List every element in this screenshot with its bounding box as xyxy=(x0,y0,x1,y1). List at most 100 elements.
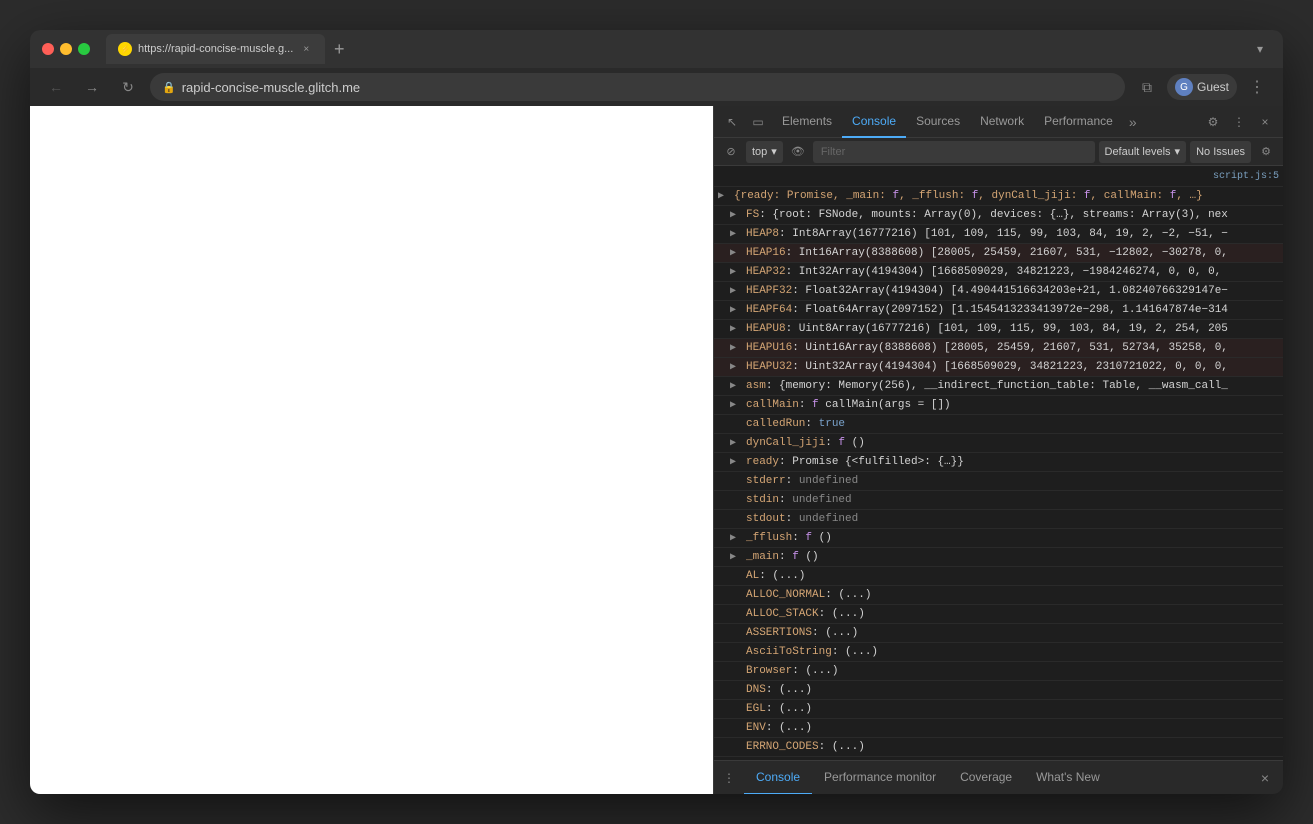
main-content: ↖ ▭ Elements Console Sources Network xyxy=(30,106,1283,794)
devtools-close-button[interactable]: × xyxy=(1253,110,1277,134)
tab-chevron-icon[interactable]: ▾ xyxy=(1249,38,1271,60)
filter-input[interactable] xyxy=(813,141,1095,163)
console-line-content: Browser: (...) xyxy=(746,663,1279,679)
screen-mode-button[interactable]: ⧉ xyxy=(1133,73,1161,101)
expand-arrow-icon[interactable]: ▶ xyxy=(730,379,736,395)
expand-arrow-icon[interactable]: ▶ xyxy=(730,246,736,262)
devtools-settings-button[interactable]: ⚙ xyxy=(1201,110,1225,134)
drawer-tab-performance-monitor[interactable]: Performance monitor xyxy=(812,761,948,795)
console-line: ▶ callMain: f callMain(args = []) xyxy=(714,396,1283,415)
expand-arrow-icon[interactable]: ▶ xyxy=(730,436,736,452)
console-line-content: HEAPF64: Float64Array(2097152) [1.154541… xyxy=(746,302,1279,318)
expand-arrow-icon[interactable]: ▶ xyxy=(730,531,736,547)
expand-arrow-icon[interactable]: ▶ xyxy=(730,341,736,357)
console-line-content: {ready: Promise, _main: f, _fflush: f, d… xyxy=(734,188,1279,204)
expand-arrow-icon[interactable]: ▶ xyxy=(730,455,736,471)
minimize-button[interactable] xyxy=(60,43,72,55)
profile-button[interactable]: G Guest xyxy=(1167,74,1237,100)
tab-close-button[interactable]: × xyxy=(299,42,313,56)
expand-arrow-icon[interactable]: ▶ xyxy=(730,208,736,224)
forward-button[interactable]: → xyxy=(78,73,106,101)
browser-tab[interactable]: ⚡ https://rapid-concise-muscle.g... × xyxy=(106,34,325,64)
address-text: rapid-concise-muscle.glitch.me xyxy=(182,80,1113,95)
devtools-menu-button[interactable]: ⋮ xyxy=(1227,110,1251,134)
devtools-right-icons: ⚙ ⋮ × xyxy=(1201,110,1277,134)
close-button[interactable] xyxy=(42,43,54,55)
console-line-content: ALLOC_STACK: (...) xyxy=(746,606,1279,622)
console-line: AsciiToString: (...) xyxy=(714,643,1283,662)
console-line: ▶ ready: Promise {<fulfilled>: {…}} xyxy=(714,453,1283,472)
inspect-element-button[interactable]: ↖ xyxy=(720,110,744,134)
tab-sources[interactable]: Sources xyxy=(906,106,970,138)
console-line: ▶ HEAPF64: Float64Array(2097152) [1.1545… xyxy=(714,301,1283,320)
drawer-tab-console[interactable]: Console xyxy=(744,761,812,795)
expand-arrow-icon[interactable]: ▶ xyxy=(730,227,736,243)
clear-console-button[interactable]: ⊘ xyxy=(720,141,742,163)
console-line-content: stdout: undefined xyxy=(746,511,1279,527)
drawer-tab-coverage[interactable]: Coverage xyxy=(948,761,1024,795)
console-line: AL: (...) xyxy=(714,567,1283,586)
console-line-content: stderr: undefined xyxy=(746,473,1279,489)
console-source-link[interactable]: script.js:5 xyxy=(1213,169,1279,185)
console-line-content: callMain: f callMain(args = []) xyxy=(746,397,1279,413)
browser-menu-button[interactable]: ⋮ xyxy=(1243,73,1271,101)
expand-arrow-icon[interactable]: ▶ xyxy=(718,189,724,205)
drawer-handle-icon[interactable]: ⋮ xyxy=(718,767,740,789)
no-issues-badge: No Issues xyxy=(1190,141,1251,163)
console-line: ▶ HEAPU16: Uint16Array(8388608) [28005, … xyxy=(714,339,1283,358)
console-line-content: ERRNO_CODES: (...) xyxy=(746,739,1279,755)
console-line: ▶ _fflush: f () xyxy=(714,529,1283,548)
expand-arrow-icon[interactable]: ▶ xyxy=(730,398,736,414)
console-line-content: ERRNO_MESSAGES: (...) xyxy=(746,758,1279,760)
eye-button[interactable]: 👁 xyxy=(787,141,809,163)
console-line-content: _fflush: f () xyxy=(746,530,1279,546)
console-line: ALLOC_NORMAL: (...) xyxy=(714,586,1283,605)
console-line-content: HEAP8: Int8Array(16777216) [101, 109, 11… xyxy=(746,226,1279,242)
console-line-content: _main: f () xyxy=(746,549,1279,565)
new-tab-button[interactable]: + xyxy=(325,35,353,63)
console-line: ERRNO_CODES: (...) xyxy=(714,738,1283,757)
profile-name: Guest xyxy=(1197,80,1229,94)
console-output[interactable]: script.js:5 ▶ {ready: Promise, _main: f,… xyxy=(714,166,1283,760)
tab-console[interactable]: Console xyxy=(842,106,906,138)
console-line: stdin: undefined xyxy=(714,491,1283,510)
drawer-close-button[interactable]: × xyxy=(1253,766,1277,790)
console-line: ▶ {ready: Promise, _main: f, _fflush: f,… xyxy=(714,187,1283,206)
console-line-content: dynCall_jiji: f () xyxy=(746,435,1279,451)
tab-bar: ⚡ https://rapid-concise-muscle.g... × + xyxy=(106,34,1241,64)
reload-button[interactable]: ↻ xyxy=(114,73,142,101)
console-settings-button[interactable]: ⚙ xyxy=(1255,141,1277,163)
expand-arrow-icon[interactable]: ▶ xyxy=(730,284,736,300)
console-line-content: stdin: undefined xyxy=(746,492,1279,508)
device-mode-button[interactable]: ▭ xyxy=(746,110,770,134)
address-bar[interactable]: 🔒 rapid-concise-muscle.glitch.me xyxy=(150,73,1125,101)
expand-arrow-icon[interactable]: ▶ xyxy=(730,550,736,566)
console-line-content: HEAP32: Int32Array(4194304) [1668509029,… xyxy=(746,264,1279,280)
tab-elements[interactable]: Elements xyxy=(772,106,842,138)
expand-arrow-icon[interactable]: ▶ xyxy=(730,303,736,319)
maximize-button[interactable] xyxy=(78,43,90,55)
console-line-content: ALLOC_NORMAL: (...) xyxy=(746,587,1279,603)
context-selector[interactable]: top ▾ xyxy=(746,141,783,163)
console-line: ENV: (...) xyxy=(714,719,1283,738)
console-toolbar: ⊘ top ▾ 👁 Default levels ▾ No Issues ⚙ xyxy=(714,138,1283,166)
expand-arrow-icon[interactable]: ▶ xyxy=(730,360,736,376)
devtools-toolbar: ↖ ▭ Elements Console Sources Network xyxy=(714,106,1283,138)
devtools-panel: ↖ ▭ Elements Console Sources Network xyxy=(713,106,1283,794)
expand-arrow-icon[interactable]: ▶ xyxy=(730,265,736,281)
drawer-tab-whats-new[interactable]: What's New xyxy=(1024,761,1112,795)
tab-network[interactable]: Network xyxy=(970,106,1034,138)
traffic-lights xyxy=(42,43,90,55)
webpage-area xyxy=(30,106,713,794)
nav-bar: ← → ↻ 🔒 rapid-concise-muscle.glitch.me ⧉… xyxy=(30,68,1283,106)
back-button[interactable]: ← xyxy=(42,73,70,101)
console-line-content: DNS: (...) xyxy=(746,682,1279,698)
console-line: ▶ dynCall_jiji: f () xyxy=(714,434,1283,453)
default-levels-selector[interactable]: Default levels ▾ xyxy=(1099,141,1187,163)
tab-performance[interactable]: Performance xyxy=(1034,106,1123,138)
nav-right: ⧉ G Guest ⋮ xyxy=(1133,73,1271,101)
expand-arrow-icon[interactable]: ▶ xyxy=(730,322,736,338)
devtools-more-tabs[interactable]: » xyxy=(1123,114,1143,130)
console-line-content: FS: {root: FSNode, mounts: Array(0), dev… xyxy=(746,207,1279,223)
profile-icon: G xyxy=(1175,78,1193,96)
